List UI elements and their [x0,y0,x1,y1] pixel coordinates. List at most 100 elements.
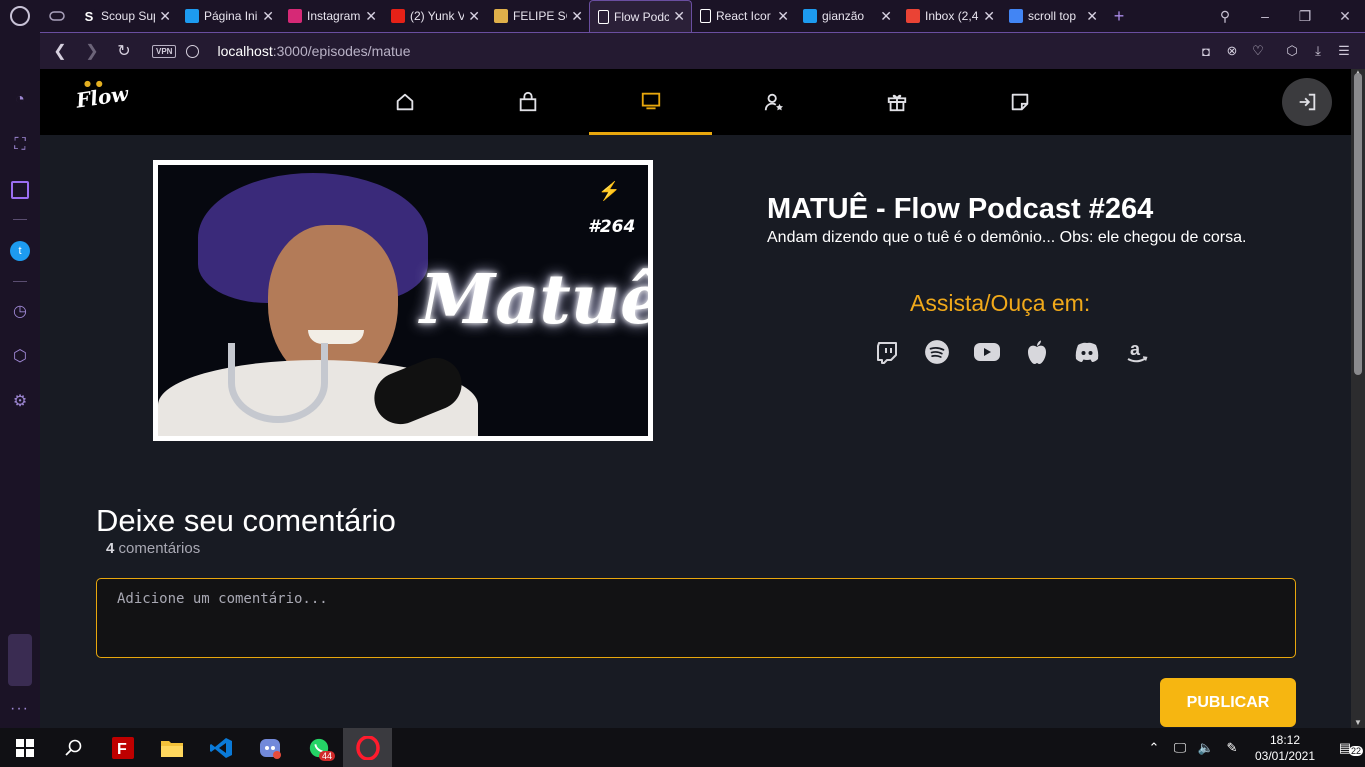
browser-tab[interactable]: scroll top ✕ [1001,0,1104,32]
maximize-button[interactable]: ❐ [1285,8,1325,25]
twitter-icon [803,9,817,23]
tab-close-icon[interactable]: ✕ [880,8,892,25]
file-explorer-icon[interactable] [147,728,196,767]
browser-tab[interactable]: gianzão ✕ [795,0,898,32]
tab-label: gianzão [822,9,865,23]
chevron-up-icon[interactable]: ⌃ [1141,740,1167,756]
browser-tab[interactable]: React Icor ✕ [692,0,795,32]
whatsapp-icon[interactable]: 44 [294,728,343,767]
tab-close-icon[interactable]: ✕ [468,8,480,25]
search-tabs-icon[interactable]: ⚲ [1205,8,1245,25]
browser-tab[interactable]: S Scoup Sup ✕ [74,0,177,32]
page-scrollbar[interactable]: ▲ ▼ [1351,68,1365,728]
browser-tab[interactable]: Flow Podc ✕ [589,0,692,32]
youtube-icon[interactable] [962,337,1012,367]
thumbnail-episode-number: #264 [588,217,636,237]
tab-close-icon[interactable]: ✕ [159,8,171,25]
tab-label: Página Ini [204,9,258,23]
nav-notes-icon[interactable] [958,69,1081,135]
windows-start-icon[interactable] [0,728,49,767]
gamepad-icon[interactable] [40,0,74,32]
browser-tab-strip: S Scoup Sup ✕ Página Ini ✕ Instagram ✕ (2) Yunk… [0,0,1365,32]
thumbnail-image: Matuê ⚡ #264 [158,165,648,436]
tab-close-icon[interactable]: ✕ [365,8,377,25]
spotify-icon[interactable] [912,337,962,367]
twitch-icon[interactable] [862,337,912,367]
twitch-sidebar-icon[interactable] [10,180,30,200]
nav-home-icon[interactable] [343,69,466,135]
tab-close-icon[interactable]: ✕ [777,8,789,25]
url-field[interactable]: localhost:3000/episodes/matue [217,43,410,59]
volume-icon[interactable]: 🔈 [1193,740,1219,756]
site-info-icon[interactable] [186,44,200,58]
nav-shop-icon[interactable] [466,69,589,135]
discord-icon[interactable] [1062,337,1112,367]
publish-button[interactable]: PUBLICAR [1160,678,1296,727]
opera-taskbar-icon[interactable] [343,728,392,767]
filezilla-icon[interactable]: F [98,728,147,767]
clock-date: 03/01/2021 [1254,748,1316,763]
episode-thumbnail[interactable]: Matuê ⚡ #264 [153,160,653,441]
snapshot-icon[interactable]: ◘ [1193,44,1219,59]
browser-tab[interactable]: Instagram ✕ [280,0,383,32]
browser-tab[interactable]: Inbox (2,4 ✕ [898,0,1001,32]
heart-icon[interactable]: ♡ [1245,43,1271,59]
comment-heading: Deixe seu comentário [96,503,396,538]
close-window-button[interactable]: ✕ [1325,8,1365,25]
comment-textarea[interactable]: Adicione um comentário... [96,578,1296,658]
tab-close-icon[interactable]: ✕ [571,8,583,25]
minimize-button[interactable]: – [1245,8,1285,24]
web-page: ● ● Flow Matuê ⚡ #264 MATUÊ - Flow Podca… [40,69,1351,728]
easy-setup-icon[interactable]: ☰ [1331,43,1357,59]
network-icon[interactable]: 🖵 [1167,740,1193,756]
opera-menu-icon[interactable] [0,0,40,32]
back-button[interactable]: ❮ [44,41,76,61]
history-icon[interactable]: ◷ [10,301,30,321]
tab-label: FELIPE SO [513,9,567,23]
discord-app-icon[interactable] [245,728,294,767]
browser-tab[interactable]: Página Ini ✕ [177,0,280,32]
tab-close-icon[interactable]: ✕ [673,8,685,25]
browser-tab[interactable]: (2) Yunk V ✕ [383,0,486,32]
download-icon[interactable]: ⤓ [1305,43,1331,59]
pen-icon[interactable]: ✎ [1219,740,1245,756]
nav-gifts-icon[interactable] [835,69,958,135]
forward-button[interactable]: ❯ [76,41,108,61]
nav-episodes-icon[interactable] [589,69,712,135]
extensions-icon[interactable]: ⬡ [1279,43,1305,59]
tab-close-icon[interactable]: ✕ [1086,8,1098,25]
apple-icon[interactable] [1012,337,1062,367]
amazon-icon[interactable]: a [1112,337,1162,367]
tab-close-icon[interactable]: ✕ [983,8,995,25]
browser-tab[interactable]: FELIPE SO ✕ [486,0,589,32]
youtube-icon [391,9,405,23]
bag-icon[interactable]: ⛶ [10,135,30,155]
cube-icon[interactable]: ⬡ [10,346,30,366]
adblock-icon[interactable]: ⊗ [1219,43,1245,59]
scrollbar-thumb[interactable] [1354,73,1362,375]
twitter-sidebar-icon[interactable]: t [10,241,30,261]
gmail-icon [906,9,920,23]
flow-logo[interactable]: ● ● Flow [75,78,130,113]
system-clock[interactable]: 18:12 03/01/2021 [1245,732,1325,764]
nav-guests-icon[interactable] [712,69,835,135]
sign-in-button[interactable] [1282,78,1332,126]
tab-label: Instagram [307,9,361,23]
tab-label: scroll top [1028,9,1077,23]
notification-count: 22 [1348,745,1363,756]
instagram-icon [288,9,302,23]
settings-icon[interactable]: ⚙ [10,391,30,411]
url-path: :3000/episodes/matue [272,43,411,59]
tab-label: React Icor [716,9,771,23]
tab-close-icon[interactable]: ✕ [262,8,274,25]
vpn-badge[interactable]: VPN [152,44,177,58]
notifications-icon[interactable]: ▤ 22 [1325,740,1365,756]
vscode-icon[interactable] [196,728,245,767]
tab-label: Scoup Sup [101,9,156,23]
system-monitor-icon[interactable] [8,634,32,686]
new-tab-button[interactable]: + [1104,6,1134,27]
speed-dial-icon[interactable]: ◔ [10,90,30,110]
search-icon[interactable] [49,728,98,767]
reload-button[interactable]: ↻ [108,41,140,61]
more-icon[interactable]: ··· [10,700,29,718]
